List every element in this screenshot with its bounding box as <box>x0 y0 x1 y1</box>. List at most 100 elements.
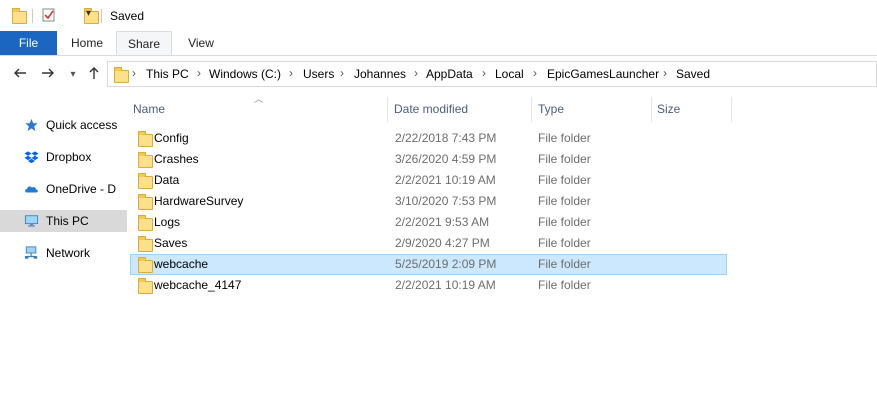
file-type: File folder <box>538 257 591 271</box>
file-row-webcache-4147[interactable]: webcache_4147 2/2/2021 10:19 AM File fol… <box>130 275 727 296</box>
tab-file[interactable]: File <box>0 31 57 55</box>
onedrive-icon <box>25 186 38 193</box>
breadcrumb-saved[interactable]: Saved <box>676 67 710 81</box>
file-name: webcache_4147 <box>154 278 242 292</box>
folder-icon <box>138 152 153 168</box>
chevron-down-icon: ▾ <box>70 69 76 80</box>
file-row-saves[interactable]: Saves 2/9/2020 4:27 PM File folder <box>130 233 727 254</box>
sidebar-item-label: This PC <box>46 214 89 228</box>
sidebar-item-dropbox[interactable]: Dropbox <box>0 146 127 168</box>
column-divider[interactable] <box>731 97 732 122</box>
window-title: Saved <box>110 9 145 23</box>
breadcrumb-separator: › <box>132 66 136 80</box>
file-row-webcache[interactable]: webcache 5/25/2019 2:09 PM File folder <box>130 254 727 275</box>
breadcrumb-separator: › <box>482 66 486 80</box>
file-row-config[interactable]: Config 2/22/2018 7:43 PM File folder <box>130 128 727 149</box>
sidebar-item-onedrive[interactable]: OneDrive - D <box>0 178 127 200</box>
file-type: File folder <box>538 194 591 208</box>
title-bar: ▾ Saved <box>0 0 877 31</box>
file-date-modified: 3/26/2020 4:59 PM <box>395 152 497 166</box>
sidebar-item-label: OneDrive - D <box>46 182 117 196</box>
folder-icon <box>138 194 153 210</box>
file-date-modified: 2/2/2021 9:53 AM <box>395 215 490 229</box>
column-divider[interactable] <box>387 97 388 122</box>
column-divider[interactable] <box>651 97 652 122</box>
column-header-name[interactable]: Name <box>133 97 383 122</box>
file-row-data[interactable]: Data 2/2/2021 10:19 AM File folder <box>130 170 727 191</box>
file-type: File folder <box>538 236 591 250</box>
file-type: File folder <box>538 173 591 187</box>
file-type: File folder <box>538 131 591 145</box>
file-date-modified: 2/2/2021 10:19 AM <box>395 173 496 187</box>
arrow-left-icon <box>14 68 26 78</box>
file-name: webcache <box>154 257 209 271</box>
folder-icon <box>138 236 153 252</box>
file-date-modified: 2/22/2018 7:43 PM <box>395 131 497 145</box>
file-date-modified: 5/25/2019 2:09 PM <box>395 257 497 271</box>
breadcrumb-appdata[interactable]: AppData <box>426 67 473 81</box>
file-type: File folder <box>538 215 591 229</box>
breadcrumb-separator: › <box>340 66 344 80</box>
folder-icon <box>138 131 153 147</box>
folder-icon <box>114 67 129 83</box>
back-button[interactable] <box>10 65 30 85</box>
folder-icon <box>138 257 153 273</box>
file-name: Data <box>154 173 180 187</box>
sidebar-item-this-pc[interactable]: This PC <box>0 210 127 232</box>
breadcrumb-windows-c[interactable]: Windows (C:) <box>209 67 281 81</box>
tab-home[interactable]: Home <box>60 31 114 55</box>
folder-icon <box>12 8 27 24</box>
folder-icon <box>138 173 153 189</box>
file-date-modified: 2/9/2020 4:27 PM <box>395 236 490 250</box>
customize-quick-access-icon[interactable]: ▾ <box>86 8 91 19</box>
breadcrumb-johannes[interactable]: Johannes <box>354 67 406 81</box>
breadcrumb-users[interactable]: Users <box>303 67 334 81</box>
breadcrumb-separator: › <box>663 66 667 80</box>
breadcrumb-this-pc[interactable]: This PC <box>146 67 189 81</box>
network-icon <box>24 246 38 259</box>
column-header-type[interactable]: Type <box>538 97 646 122</box>
file-name: Saves <box>154 236 188 250</box>
file-date-modified: 2/2/2021 10:19 AM <box>395 278 496 292</box>
tab-view[interactable]: View <box>174 31 228 55</box>
sidebar-item-quick-access[interactable]: Quick access <box>0 114 127 136</box>
recent-locations-button[interactable]: ▾ <box>63 65 83 85</box>
breadcrumb-epicgameslauncher[interactable]: EpicGamesLauncher <box>547 67 659 81</box>
tab-share[interactable]: Share <box>116 31 172 55</box>
arrow-up-icon <box>89 67 99 79</box>
separator <box>32 9 33 23</box>
column-header-size[interactable]: Size <box>657 97 727 122</box>
file-name: HardwareSurvey <box>154 194 244 208</box>
computer-icon <box>24 215 39 227</box>
file-name: Crashes <box>154 152 199 166</box>
breadcrumb-separator: › <box>533 66 537 80</box>
breadcrumb-local[interactable]: Local <box>495 67 524 81</box>
up-button[interactable] <box>84 65 104 85</box>
separator <box>101 9 102 23</box>
breadcrumb-separator: › <box>197 66 201 80</box>
breadcrumb-separator: › <box>414 66 418 80</box>
properties-icon[interactable] <box>42 8 56 22</box>
folder-icon <box>138 278 153 294</box>
address-bar[interactable]: › This PC › Windows (C:) › Users › Johan… <box>107 61 877 87</box>
file-row-logs[interactable]: Logs 2/2/2021 9:53 AM File folder <box>130 212 727 233</box>
folder-icon <box>138 215 153 231</box>
sidebar-item-label: Dropbox <box>46 150 92 164</box>
column-header-date-modified[interactable]: Date modified <box>394 97 529 122</box>
ribbon-tabs: File Home Share View <box>0 31 877 56</box>
file-type: File folder <box>538 152 591 166</box>
arrow-right-icon <box>42 68 54 78</box>
file-row-hardwaresurvey[interactable]: HardwareSurvey 3/10/2020 7:53 PM File fo… <box>130 191 727 212</box>
file-name: Logs <box>154 215 181 229</box>
file-row-crashes[interactable]: Crashes 3/26/2020 4:59 PM File folder <box>130 149 727 170</box>
column-divider[interactable] <box>531 97 532 122</box>
navigation-pane: Quick access Dropbox OneDrive - D This P… <box>0 97 127 399</box>
file-type: File folder <box>538 278 591 292</box>
sidebar-item-label: Network <box>46 246 91 260</box>
sidebar-item-network[interactable]: Network <box>0 242 127 264</box>
file-date-modified: 3/10/2020 7:53 PM <box>395 194 497 208</box>
file-name: Config <box>154 131 189 145</box>
dropbox-icon <box>24 151 39 164</box>
star-icon <box>25 118 38 132</box>
forward-button[interactable] <box>38 65 58 85</box>
